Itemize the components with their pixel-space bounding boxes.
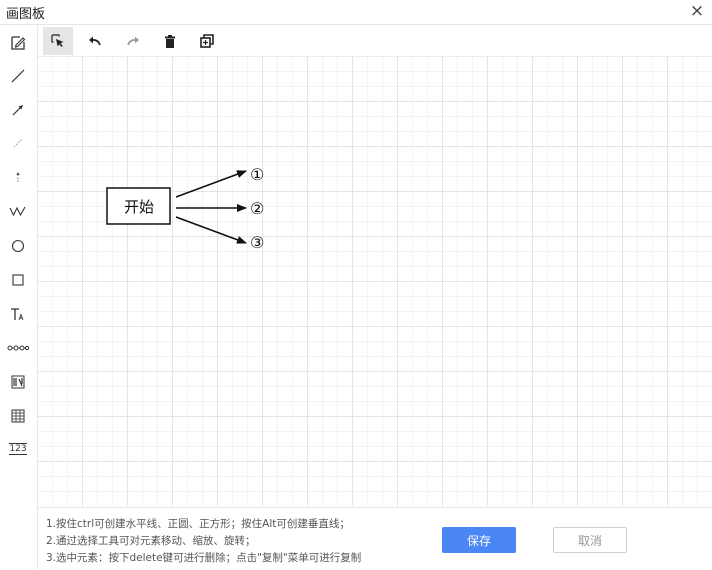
label-3[interactable]: ③ (250, 233, 264, 252)
dashed-arrow-icon (16, 172, 20, 182)
node-chain-tool-button[interactable] (4, 334, 32, 362)
label-2[interactable]: ② (250, 199, 264, 218)
top-toolbar (38, 25, 712, 57)
number-123-icon: 123 (9, 443, 27, 455)
copy-icon (200, 34, 214, 48)
select-icon (51, 34, 64, 47)
copy-button[interactable] (192, 27, 222, 55)
drawing-canvas[interactable]: 开始 ① ② ③ (38, 57, 712, 506)
number-line-icon (11, 375, 25, 389)
line-tool-button[interactable] (4, 62, 32, 90)
select-tool-button[interactable] (43, 27, 73, 55)
undo-button[interactable] (80, 27, 110, 55)
window-titlebar: 画图板 × (0, 0, 712, 25)
tip-line-3: 3.选中元素：按下delete键可进行删除；点击"复制"菜单可进行复制 (46, 552, 362, 564)
text-icon (11, 308, 24, 321)
start-box-label: 开始 (124, 198, 154, 216)
grid-table-icon (11, 409, 25, 423)
line-icon (11, 69, 25, 83)
circle-tool-button[interactable] (4, 232, 32, 260)
text-tool-button[interactable] (4, 300, 32, 328)
number-line-tool-button[interactable] (4, 368, 32, 396)
close-icon[interactable]: × (688, 1, 706, 21)
canvas-drawing-layer: 开始 ① ② ③ (106, 165, 264, 252)
arrow-icon (12, 105, 23, 116)
pencil-tool-button[interactable] (4, 29, 32, 57)
table-tool-button[interactable] (4, 402, 32, 430)
node-chain-icon (7, 345, 29, 351)
square-tool-button[interactable] (4, 266, 32, 294)
undo-icon (89, 36, 101, 46)
arrow-1[interactable] (175, 170, 247, 198)
polyline-tool-button[interactable] (4, 197, 32, 225)
tip-line-2: 2.通过选择工具可对元素移动、缩放、旋转； (46, 535, 256, 547)
number-tool-button[interactable]: 123 (4, 435, 32, 463)
label-1[interactable]: ① (250, 165, 264, 184)
arrow-3[interactable] (175, 216, 247, 244)
bottom-bar: 1.按住ctrl可创建水平线、正圆、正方形；按住Alt可创建垂直线； 2.通过选… (38, 507, 712, 570)
delete-button[interactable] (155, 27, 185, 55)
square-icon (12, 274, 24, 286)
window-title: 画图板 (6, 7, 46, 22)
delete-icon (165, 34, 175, 48)
circle-icon (11, 239, 25, 253)
dashed-arrow-tool-button[interactable] (4, 163, 32, 191)
dashed-line-tool-button[interactable] (4, 129, 32, 157)
usage-tips: 1.按住ctrl可创建水平线、正圆、正方形；按住Alt可创建垂直线； 2.通过选… (46, 516, 361, 567)
pencil-icon (11, 36, 26, 50)
redo-icon (127, 36, 139, 46)
left-toolbar: 123 (0, 25, 38, 569)
save-button[interactable]: 保存 (442, 527, 516, 553)
arrow-tool-button[interactable] (4, 96, 32, 124)
cancel-button[interactable]: 取消 (553, 527, 627, 553)
redo-button[interactable] (118, 27, 148, 55)
tip-line-1: 1.按住ctrl可创建水平线、正圆、正方形；按住Alt可创建垂直线； (46, 518, 350, 530)
polyline-icon (9, 206, 26, 217)
dashed-line-icon (13, 138, 23, 148)
